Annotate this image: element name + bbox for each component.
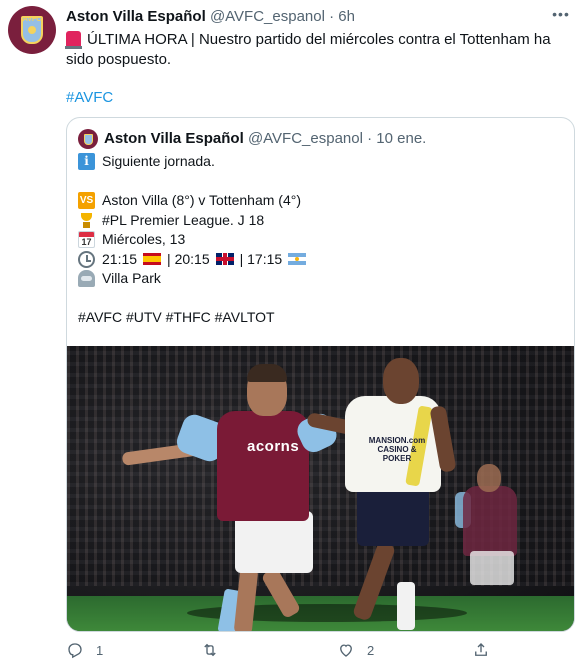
opponent-shirt-sponsor: MANSION.com CASINO & POKER [368, 436, 426, 463]
tottenham-player-shorts [357, 486, 429, 546]
kickoff-times-line: 21:15 | 20:15 | 17:15 [78, 250, 558, 270]
tweet-actions: 1 2 [66, 640, 506, 660]
calendar-icon: 17 [78, 231, 95, 249]
share-icon [475, 643, 487, 656]
time-argentina: | 17:15 [239, 250, 283, 267]
quoted-header-separator: · [367, 130, 373, 147]
retweet-icon [204, 643, 216, 657]
match-photo[interactable]: acorns MANSION.com CASINO & POKER [67, 346, 574, 631]
clock-icon [78, 250, 95, 268]
background-player-shorts [470, 551, 514, 585]
information-icon: i [78, 153, 95, 171]
like-button[interactable]: 2 [337, 640, 374, 660]
tottenham-player-sock [397, 582, 415, 630]
reply-icon [68, 643, 82, 659]
shirt-sponsor: acorns [247, 438, 300, 455]
rotating-light-icon [65, 31, 82, 49]
match-text: Aston Villa (8°) v Tottenham (4°) [102, 192, 301, 208]
tweet[interactable]: AVFC Aston Villa Español @AVFC_espanol ·… [0, 0, 587, 667]
retweet-button[interactable] [201, 640, 231, 660]
intro-text: Siguiente jornada. [102, 153, 215, 169]
reply-count: 1 [96, 642, 104, 658]
avatar-crest-text: AVFC [22, 16, 42, 23]
match-line: VS Aston Villa (8°) v Tottenham (4°) [78, 191, 558, 211]
argentina-flag-icon [288, 253, 307, 266]
reply-button[interactable]: 1 [66, 640, 103, 660]
quoted-author-handle: @AVFC_espanol [247, 130, 363, 147]
trophy-icon [78, 212, 95, 229]
share-button[interactable] [472, 640, 502, 660]
background-player-head [477, 464, 501, 492]
quoted-tweet-body: i Siguiente jornada. VS Aston Villa (8°)… [78, 152, 558, 328]
tottenham-player-head [383, 358, 419, 404]
intro-line: i Siguiente jornada. [78, 152, 558, 172]
day-text: Miércoles, 13 [102, 231, 186, 247]
day-line: 17 Miércoles, 13 [78, 230, 558, 250]
background-villa-player [463, 486, 517, 556]
competition-text: #PL Premier League. J 18 [102, 211, 265, 228]
quoted-tweet[interactable]: Aston Villa Español @AVFC_espanol · 10 e… [66, 117, 575, 632]
quoted-tweet-header: Aston Villa Español @AVFC_espanol · 10 e… [104, 129, 426, 149]
venue-line: Villa Park [78, 269, 558, 289]
spain-flag-icon [143, 253, 162, 266]
tweet-text: ÚLTIMA HORA | Nuestro partido del miérco… [65, 30, 566, 70]
hashtag-link[interactable]: #AVFC [66, 89, 113, 106]
tweet-body: ÚLTIMA HORA | Nuestro partido del miérco… [66, 31, 551, 68]
venue-text: Villa Park [102, 270, 161, 286]
quoted-author-avatar [78, 129, 98, 149]
author-name[interactable]: Aston Villa Español [66, 8, 206, 25]
quoted-tweet-date: 10 ene. [376, 130, 427, 147]
like-count: 2 [367, 642, 375, 658]
club-crest-icon [83, 133, 93, 145]
author-avatar[interactable]: AVFC [8, 6, 56, 54]
stadium-icon [78, 270, 95, 288]
competition-line: #PL Premier League. J 18 [78, 211, 558, 231]
villa-player-shirt [217, 411, 309, 521]
like-icon [340, 644, 352, 657]
quoted-author-name: Aston Villa Español [104, 130, 244, 147]
quoted-hashtags: #AVFC #UTV #THFC #AVLTOT [78, 309, 275, 325]
time-uk: | 20:15 [167, 250, 210, 267]
uk-flag-icon [215, 253, 234, 266]
time-spain: 21:15 [102, 250, 138, 267]
villa-player-hair [247, 364, 287, 382]
more-icon[interactable]: ••• [548, 6, 574, 26]
author-handle[interactable]: @AVFC_espanol [210, 8, 325, 25]
tweet-time[interactable]: 6h [338, 8, 355, 25]
tweet-header: Aston Villa Español @AVFC_espanol · 6h [66, 7, 355, 27]
header-separator: · [329, 8, 335, 25]
vs-icon: VS [78, 192, 95, 210]
